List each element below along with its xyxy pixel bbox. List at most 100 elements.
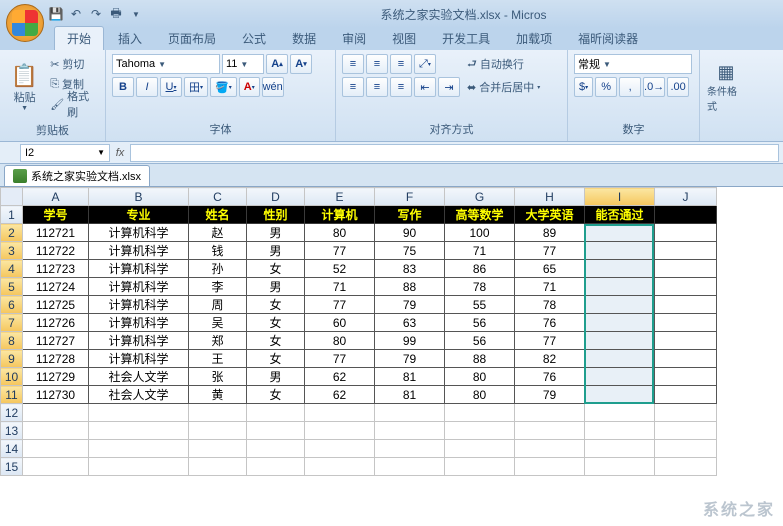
cell[interactable]: 计算机科学 bbox=[89, 260, 189, 278]
cell[interactable] bbox=[23, 440, 89, 458]
comma-button[interactable]: , bbox=[619, 77, 641, 97]
cell[interactable]: 112727 bbox=[23, 332, 89, 350]
worksheet-grid[interactable]: ABCDEFGHIJ1学号专业姓名性别计算机写作高等数学大学英语能否通过2112… bbox=[0, 186, 783, 526]
cell[interactable] bbox=[445, 440, 515, 458]
row-header[interactable]: 9 bbox=[1, 350, 23, 368]
cell[interactable]: 大学英语 bbox=[515, 206, 585, 224]
cell[interactable]: 女 bbox=[247, 332, 305, 350]
cell[interactable]: 男 bbox=[247, 242, 305, 260]
row-header[interactable]: 5 bbox=[1, 278, 23, 296]
cell[interactable] bbox=[89, 404, 189, 422]
cell[interactable] bbox=[247, 458, 305, 476]
cell[interactable] bbox=[515, 422, 585, 440]
cell[interactable] bbox=[585, 404, 655, 422]
cell[interactable]: 李 bbox=[189, 278, 247, 296]
cell[interactable]: 60 bbox=[305, 314, 375, 332]
cell[interactable]: 112721 bbox=[23, 224, 89, 242]
cell[interactable]: 78 bbox=[445, 278, 515, 296]
cell[interactable]: 55 bbox=[445, 296, 515, 314]
cell[interactable]: 78 bbox=[515, 296, 585, 314]
col-header[interactable]: G bbox=[445, 188, 515, 206]
cell[interactable]: 80 bbox=[305, 332, 375, 350]
cell[interactable] bbox=[585, 350, 655, 368]
cell[interactable] bbox=[655, 206, 717, 224]
cell[interactable]: 计算机科学 bbox=[89, 224, 189, 242]
tab-home[interactable]: 开始 bbox=[54, 26, 104, 50]
cell[interactable] bbox=[585, 278, 655, 296]
align-left-button[interactable]: ≡ bbox=[342, 77, 364, 97]
cell[interactable] bbox=[655, 260, 717, 278]
cell[interactable]: 83 bbox=[375, 260, 445, 278]
cell[interactable]: 计算机科学 bbox=[89, 296, 189, 314]
cell[interactable]: 77 bbox=[305, 242, 375, 260]
cell[interactable] bbox=[189, 440, 247, 458]
shrink-font-button[interactable]: A▾ bbox=[290, 54, 312, 74]
tab-data[interactable]: 数据 bbox=[280, 27, 328, 50]
cell[interactable]: 112725 bbox=[23, 296, 89, 314]
cell[interactable] bbox=[655, 404, 717, 422]
cell[interactable] bbox=[247, 440, 305, 458]
col-header[interactable]: B bbox=[89, 188, 189, 206]
cell[interactable]: 学号 bbox=[23, 206, 89, 224]
cell[interactable]: 71 bbox=[515, 278, 585, 296]
grow-font-button[interactable]: A▴ bbox=[266, 54, 288, 74]
cell[interactable] bbox=[515, 404, 585, 422]
cell[interactable]: 76 bbox=[515, 314, 585, 332]
cell[interactable]: 性别 bbox=[247, 206, 305, 224]
row-header[interactable]: 1 bbox=[1, 206, 23, 224]
row-header[interactable]: 2 bbox=[1, 224, 23, 242]
cell[interactable]: 112730 bbox=[23, 386, 89, 404]
qat-customize-icon[interactable]: ▼ bbox=[128, 6, 144, 22]
col-header[interactable]: J bbox=[655, 188, 717, 206]
row-header[interactable]: 13 bbox=[1, 422, 23, 440]
paste-button[interactable]: 📋 粘贴 ▼ bbox=[6, 54, 43, 120]
merge-center-button[interactable]: ⬌合并后居中▾ bbox=[464, 77, 543, 97]
cell[interactable] bbox=[585, 368, 655, 386]
redo-icon[interactable]: ↷ bbox=[88, 6, 104, 22]
row-header[interactable]: 4 bbox=[1, 260, 23, 278]
col-header[interactable]: C bbox=[189, 188, 247, 206]
cell[interactable]: 81 bbox=[375, 368, 445, 386]
cell[interactable]: 女 bbox=[247, 260, 305, 278]
cell[interactable] bbox=[305, 404, 375, 422]
cell[interactable]: 钱 bbox=[189, 242, 247, 260]
cell[interactable] bbox=[585, 296, 655, 314]
tab-review[interactable]: 审阅 bbox=[330, 27, 378, 50]
col-header[interactable]: E bbox=[305, 188, 375, 206]
cell[interactable]: 77 bbox=[515, 332, 585, 350]
cell[interactable] bbox=[655, 296, 717, 314]
cell[interactable] bbox=[585, 224, 655, 242]
select-all-corner[interactable] bbox=[1, 188, 23, 206]
cell[interactable] bbox=[247, 422, 305, 440]
cell[interactable]: 计算机科学 bbox=[89, 278, 189, 296]
align-right-button[interactable]: ≡ bbox=[390, 77, 412, 97]
phonetic-button[interactable]: wén bbox=[262, 77, 284, 97]
cell[interactable] bbox=[375, 440, 445, 458]
cell[interactable]: 112722 bbox=[23, 242, 89, 260]
accounting-button[interactable]: $▾ bbox=[574, 77, 593, 97]
row-header[interactable]: 6 bbox=[1, 296, 23, 314]
cell[interactable]: 75 bbox=[375, 242, 445, 260]
tab-developer[interactable]: 开发工具 bbox=[430, 27, 502, 50]
align-middle-button[interactable]: ≡ bbox=[366, 54, 388, 74]
cell[interactable]: 71 bbox=[445, 242, 515, 260]
cell[interactable]: 高等数学 bbox=[445, 206, 515, 224]
cell[interactable] bbox=[585, 458, 655, 476]
fx-button[interactable]: fx bbox=[110, 147, 130, 159]
cell[interactable] bbox=[655, 224, 717, 242]
cell[interactable] bbox=[189, 422, 247, 440]
format-painter-button[interactable]: 🖌格式刷 bbox=[47, 94, 99, 114]
cell[interactable]: 写作 bbox=[375, 206, 445, 224]
tab-foxit[interactable]: 福昕阅读器 bbox=[566, 27, 650, 50]
row-header[interactable]: 10 bbox=[1, 368, 23, 386]
cell[interactable]: 90 bbox=[375, 224, 445, 242]
increase-decimal-button[interactable]: .0→ bbox=[643, 77, 665, 97]
save-icon[interactable]: 💾 bbox=[48, 6, 64, 22]
align-top-button[interactable]: ≡ bbox=[342, 54, 364, 74]
cell[interactable]: 79 bbox=[375, 350, 445, 368]
cell[interactable]: 计算机科学 bbox=[89, 332, 189, 350]
cell[interactable]: 79 bbox=[515, 386, 585, 404]
cell[interactable]: 112728 bbox=[23, 350, 89, 368]
cell[interactable]: 女 bbox=[247, 350, 305, 368]
cell[interactable] bbox=[655, 368, 717, 386]
